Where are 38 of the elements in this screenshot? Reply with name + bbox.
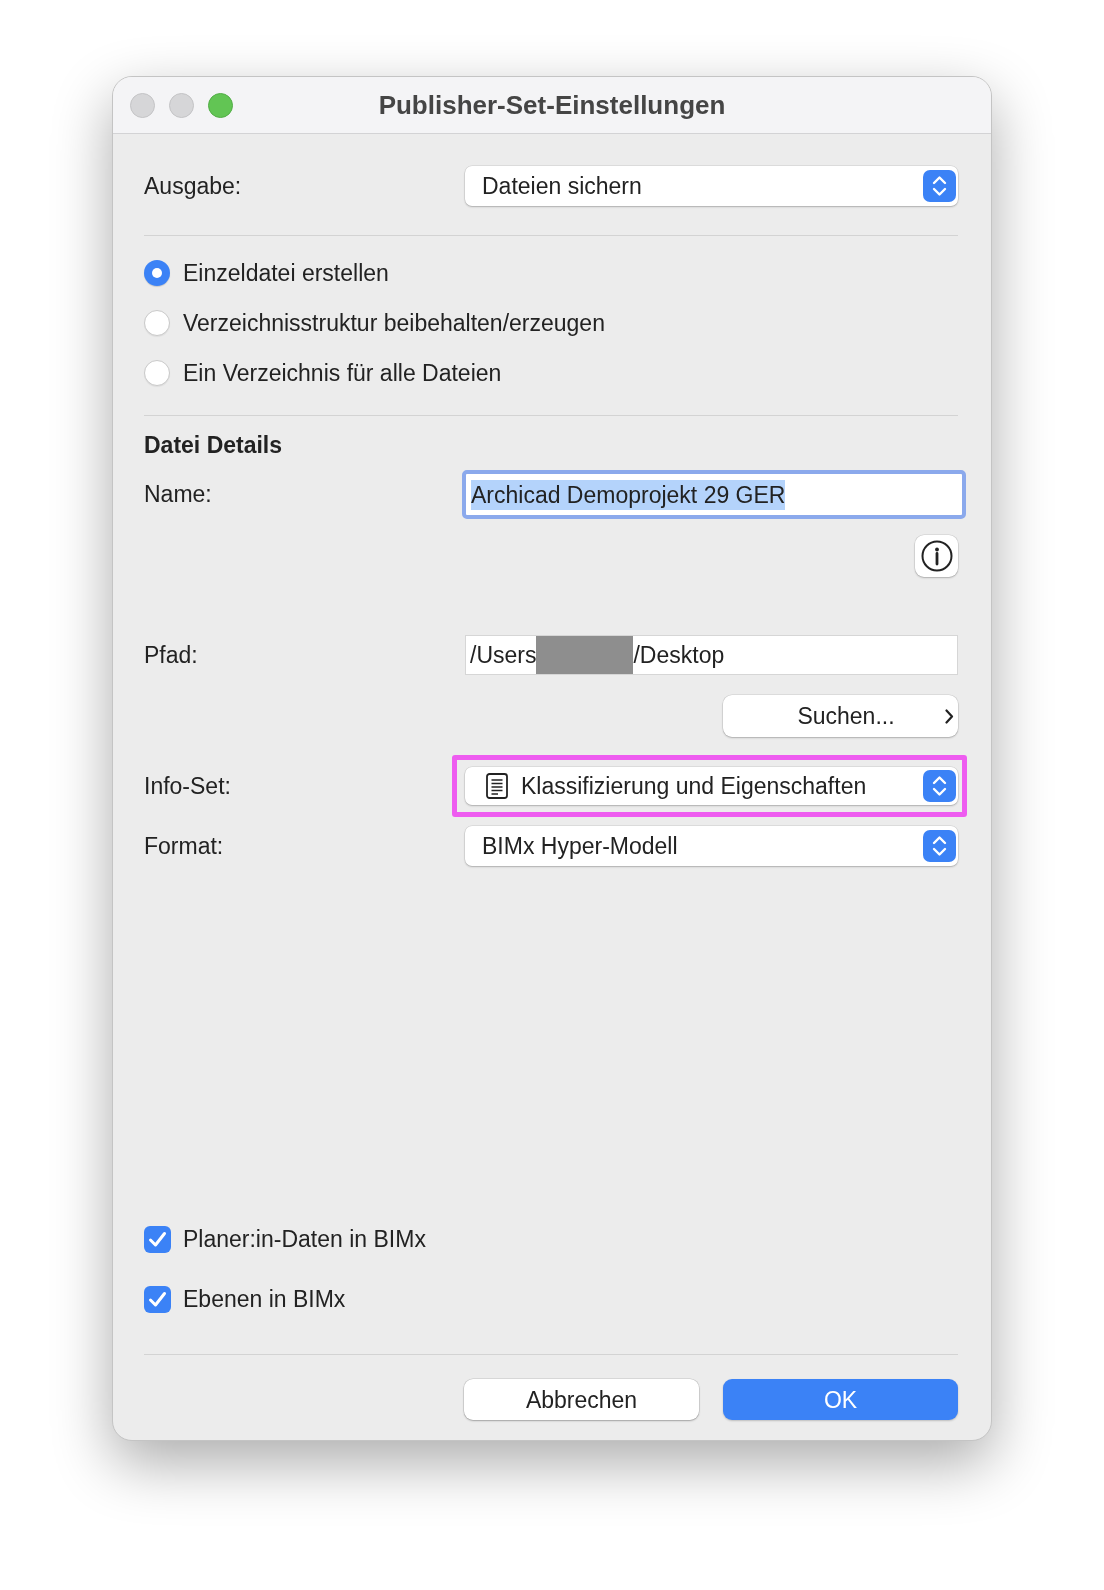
stepper-icon [923,170,956,202]
path-label: Pfad: [144,641,198,668]
minimize-button[interactable] [169,92,194,118]
cancel-button[interactable]: Abbrechen [464,1379,699,1420]
format-label: Format: [144,832,224,859]
info-icon [920,540,953,572]
path-field[interactable]: /Users /Desktop [465,635,958,675]
path-text: /Desktop [633,641,725,669]
path-text: /Users [470,641,537,669]
selected-text: Archicad Demoprojekt 29 GER [471,479,786,510]
info-set-dropdown[interactable]: Klassifizierung und Eigenschaften [465,767,958,805]
section-heading: Datei Details [144,433,283,457]
radio-button[interactable] [144,260,170,286]
name-label: Name: [144,481,212,507]
zoom-button[interactable] [208,92,233,118]
output-dropdown[interactable]: Dateien sichern [465,166,958,206]
checkbox-label[interactable]: Ebenen in BIMx [183,1285,346,1313]
radio-button[interactable] [144,360,170,386]
window-title: Publisher-Set-Einstellungen [378,89,726,121]
document-icon [486,773,508,799]
close-button[interactable] [130,92,155,118]
checkbox-label[interactable]: Planer:in-Daten in BIMx [183,1225,426,1253]
format-dropdown[interactable]: BIMx Hyper-Modell [465,826,958,866]
ok-button[interactable]: OK [723,1379,958,1420]
browse-button[interactable]: Suchen... [723,695,958,737]
chevron-right-icon [945,708,954,724]
radio-label[interactable]: Ein Verzeichnis für alle Dateien [183,359,502,387]
radio-label[interactable]: Einzeldatei erstellen [183,259,389,287]
stepper-icon [923,830,956,862]
stepper-icon [923,770,956,802]
radio-button[interactable] [144,310,170,336]
checkbox[interactable] [144,1225,171,1253]
info-button[interactable] [915,535,958,577]
name-field[interactable]: Archicad Demoprojekt 29 GER [462,470,966,519]
output-label: Ausgabe: [144,172,242,199]
checkbox[interactable] [144,1285,171,1313]
info-set-label: Info-Set: [144,772,231,799]
radio-label[interactable]: Verzeichnisstruktur beibehalten/erzeugen [183,309,605,337]
